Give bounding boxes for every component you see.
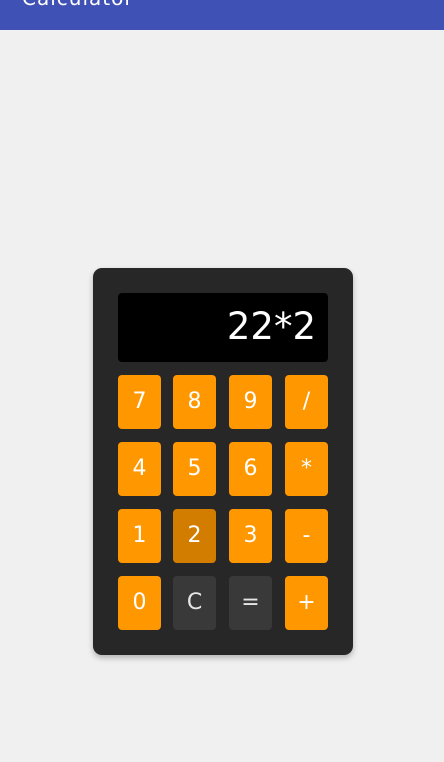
key-6-button[interactable]: 6 — [229, 442, 272, 496]
calculator-panel: 22*2 7 8 9 / 4 5 6 * 1 2 3 - 0 C = + — [93, 268, 353, 655]
key-0-button[interactable]: 0 — [118, 576, 161, 630]
key-2-button[interactable]: 2 — [173, 509, 216, 563]
add-button[interactable]: + — [285, 576, 328, 630]
app-bar: Calculator — [0, 0, 444, 30]
key-8-button[interactable]: 8 — [173, 375, 216, 429]
key-5-button[interactable]: 5 — [173, 442, 216, 496]
divide-button[interactable]: / — [285, 375, 328, 429]
clear-button[interactable]: C — [173, 576, 216, 630]
equals-button[interactable]: = — [229, 576, 272, 630]
app-title: Calculator — [22, 0, 134, 10]
calculator-display: 22*2 — [118, 293, 328, 362]
key-1-button[interactable]: 1 — [118, 509, 161, 563]
key-9-button[interactable]: 9 — [229, 375, 272, 429]
subtract-button[interactable]: - — [285, 509, 328, 563]
key-4-button[interactable]: 4 — [118, 442, 161, 496]
key-7-button[interactable]: 7 — [118, 375, 161, 429]
key-3-button[interactable]: 3 — [229, 509, 272, 563]
multiply-button[interactable]: * — [285, 442, 328, 496]
display-value: 22*2 — [226, 305, 316, 348]
